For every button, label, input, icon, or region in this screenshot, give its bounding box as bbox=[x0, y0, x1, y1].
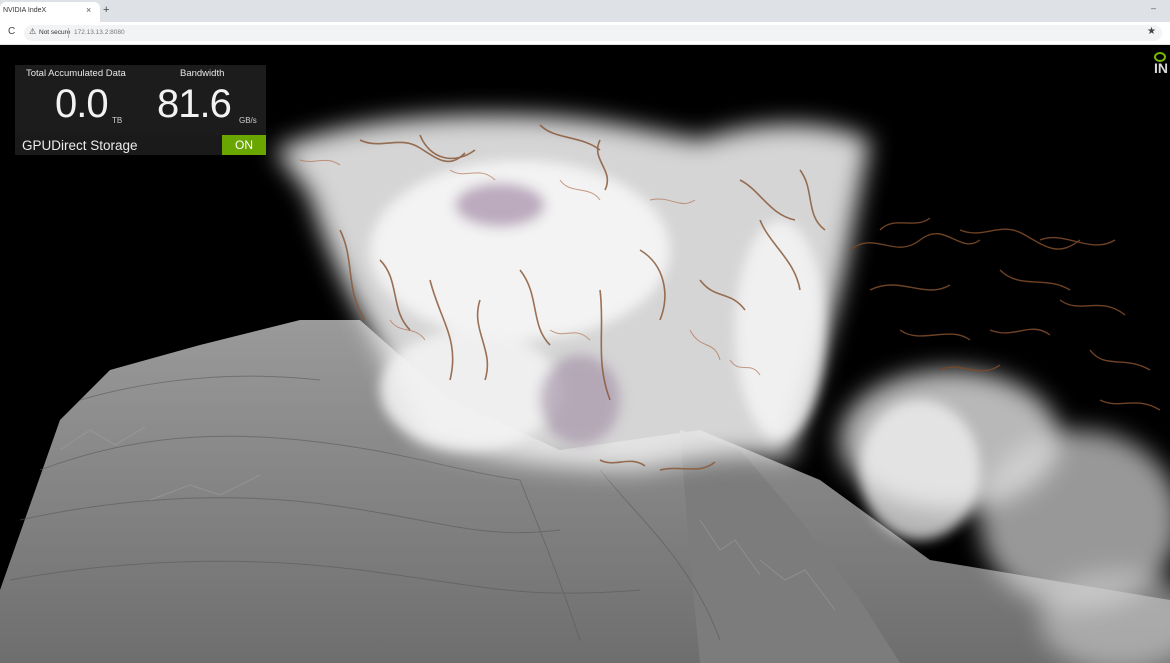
accumulated-data-unit: TB bbox=[112, 116, 123, 125]
gpudirect-storage-row: GPUDirect Storage ON bbox=[15, 135, 266, 155]
security-status[interactable]: Not secure bbox=[39, 29, 70, 36]
bandwidth-unit: GB/s bbox=[239, 116, 257, 125]
tab-title: NVIDIA IndeX bbox=[3, 7, 47, 14]
star-icon[interactable]: ★ bbox=[1147, 26, 1156, 37]
new-tab-button[interactable]: + bbox=[103, 4, 109, 16]
bandwidth-label: Bandwidth bbox=[180, 68, 225, 79]
reload-button[interactable]: C bbox=[8, 26, 15, 37]
browser-tab[interactable]: NVIDIA IndeX × bbox=[0, 2, 100, 22]
browser-toolbar: C ⚠ Not secure 172.13.13.2:8080 ★ bbox=[0, 22, 1170, 45]
address-divider bbox=[68, 28, 69, 38]
nvidia-logo: IN bbox=[1150, 50, 1170, 78]
minimize-window-button[interactable]: – bbox=[1151, 3, 1156, 13]
warning-icon[interactable]: ⚠ bbox=[29, 27, 36, 36]
address-bar[interactable]: ⚠ Not secure 172.13.13.2:8080 ★ bbox=[24, 25, 1162, 41]
stats-panel: Total Accumulated Data Bandwidth 0.0 TB … bbox=[15, 65, 266, 155]
gpudirect-storage-toggle[interactable]: ON bbox=[222, 135, 266, 155]
bandwidth-value: 81.6 bbox=[157, 82, 232, 126]
url-text[interactable]: 172.13.13.2:8080 bbox=[74, 29, 125, 36]
gpudirect-storage-label: GPUDirect Storage bbox=[22, 138, 138, 153]
tab-bar: NVIDIA IndeX × + – bbox=[0, 0, 1170, 22]
accumulated-data-label: Total Accumulated Data bbox=[26, 68, 126, 79]
accumulated-data-value: 0.0 bbox=[55, 82, 109, 126]
logo-text: IN bbox=[1154, 60, 1168, 76]
close-tab-icon[interactable]: × bbox=[86, 5, 91, 15]
